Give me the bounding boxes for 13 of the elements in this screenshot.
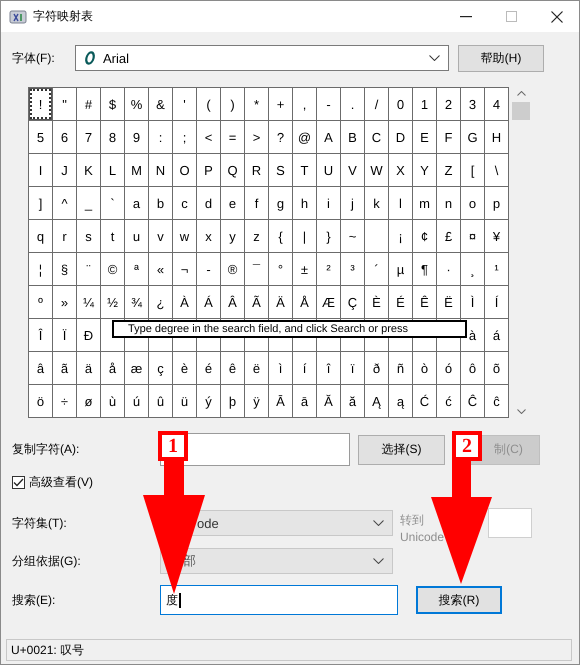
goto-unicode-label: 转到 bbox=[400, 512, 425, 529]
search-label: 搜索(E): bbox=[12, 592, 56, 608]
status-bar: U+0021: 叹号 bbox=[6, 639, 572, 661]
charset-label: 字符集(T): bbox=[12, 514, 68, 532]
step-number-overlay: 1 bbox=[158, 431, 188, 461]
goto-unicode-label: Unicode bbox=[400, 529, 446, 546]
tooltip: Type degree in the search field, and click Search or press bbox=[112, 320, 467, 338]
font-label: 字体(F): bbox=[12, 50, 56, 66]
copy-label: 复制字符(A): bbox=[12, 441, 80, 458]
advanced-view-label: 高级查看(V) bbox=[29, 474, 93, 490]
window-title: 字符映射表 bbox=[33, 8, 93, 25]
group-by-label: 分组依据(G): bbox=[12, 552, 82, 570]
step-number-overlay: 2 bbox=[452, 431, 482, 461]
